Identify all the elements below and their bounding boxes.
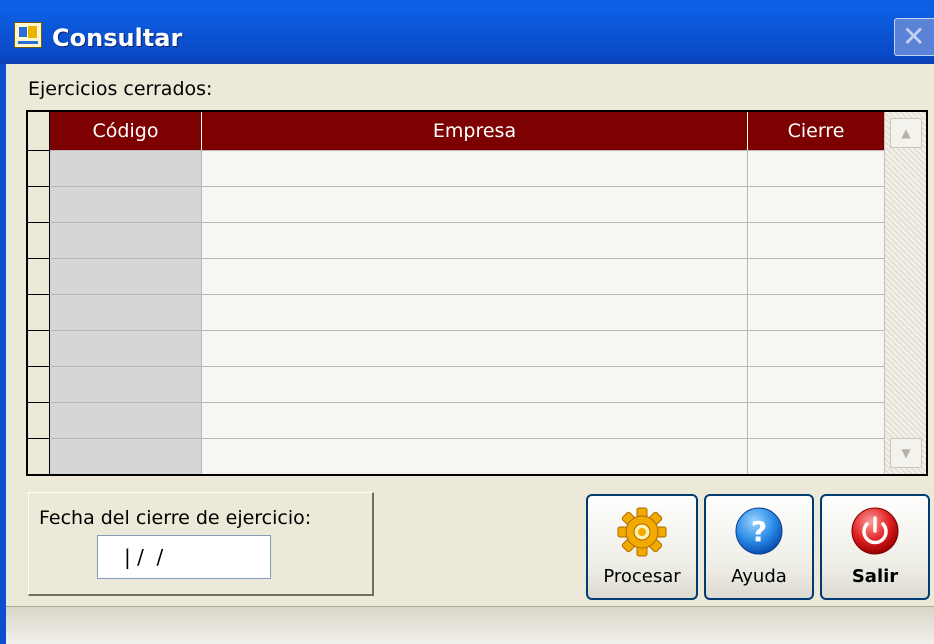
table-row[interactable] [50,330,884,366]
close-icon: ✕ [902,20,926,53]
cell-empresa[interactable] [202,187,748,222]
row-selector[interactable] [28,330,50,366]
fecha-panel: Fecha del cierre de ejercicio: | / / [28,492,374,596]
arrow-down-icon: ▼ [901,446,911,460]
close-button[interactable]: ✕ [894,18,934,56]
fecha-label: Fecha del cierre de ejercicio: [39,507,312,529]
cell-empresa[interactable] [202,439,748,474]
ayuda-label: Ayuda [731,566,787,587]
cell-codigo[interactable] [50,223,202,258]
cell-codigo[interactable] [50,403,202,438]
cell-empresa[interactable] [202,295,748,330]
column-header-cierre[interactable]: Cierre [748,112,884,150]
cell-codigo[interactable] [50,295,202,330]
scroll-down-button[interactable]: ▼ [890,438,922,468]
row-selector[interactable] [28,150,50,186]
consultar-window: Consultar ✕ Ejercicios cerrados: Código … [0,0,934,644]
cell-empresa[interactable] [202,331,748,366]
ayuda-button[interactable]: ? Ayuda [704,494,814,600]
cell-codigo[interactable] [50,187,202,222]
cell-empresa[interactable] [202,403,748,438]
help-icon: ? [735,507,783,555]
svg-text:?: ? [751,515,767,548]
power-icon [851,507,899,555]
row-selector[interactable] [28,258,50,294]
arrow-up-icon: ▲ [901,126,911,140]
cell-codigo[interactable] [50,439,202,474]
row-selector[interactable] [28,294,50,330]
window-title: Consultar [52,24,183,52]
cell-empresa[interactable] [202,151,748,186]
gear-icon [617,507,667,557]
table-row[interactable] [50,402,884,438]
table-row[interactable] [50,294,884,330]
status-bar [6,606,934,644]
table-row[interactable] [50,222,884,258]
grid-corner [28,112,50,150]
table-row[interactable] [50,438,884,474]
row-selector[interactable] [28,366,50,402]
vertical-scrollbar[interactable]: ▲ ▼ [884,112,926,474]
row-selector[interactable] [28,438,50,474]
cell-empresa[interactable] [202,259,748,294]
cell-empresa[interactable] [202,367,748,402]
row-selector[interactable] [28,402,50,438]
table-row[interactable] [50,150,884,186]
fecha-input[interactable]: | / / [97,535,271,579]
salir-label: Salir [851,566,899,587]
window-frame-left [0,64,6,644]
title-bar[interactable]: Consultar ✕ [0,0,934,64]
app-icon [14,22,42,48]
grid-label: Ejercicios cerrados: [28,78,213,100]
procesar-label: Procesar [603,566,681,587]
procesar-button[interactable]: Procesar [586,494,698,600]
row-selector[interactable] [28,222,50,258]
cell-codigo[interactable] [50,259,202,294]
cell-empresa[interactable] [202,223,748,258]
ejercicios-grid[interactable]: Código Empresa Cierre ▲ ▼ [26,110,928,476]
salir-button[interactable]: Salir [820,494,930,600]
cell-codigo[interactable] [50,367,202,402]
column-header-empresa[interactable]: Empresa [202,112,748,150]
table-row[interactable] [50,366,884,402]
row-selector[interactable] [28,186,50,222]
table-row[interactable] [50,186,884,222]
column-header-codigo[interactable]: Código [50,112,202,150]
table-row[interactable] [50,258,884,294]
cell-codigo[interactable] [50,151,202,186]
cell-codigo[interactable] [50,331,202,366]
scroll-up-button[interactable]: ▲ [890,118,922,148]
